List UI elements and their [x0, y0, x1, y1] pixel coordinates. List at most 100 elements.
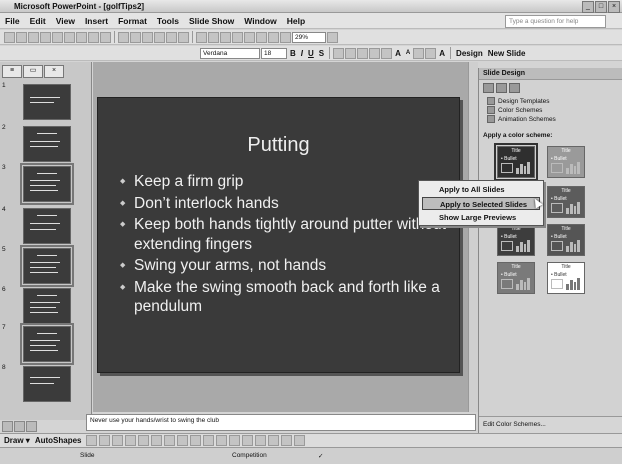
apply-to-all-slides-item[interactable]: Apply to All Slides [422, 183, 540, 196]
print-icon[interactable] [64, 31, 75, 43]
help-icon[interactable] [327, 31, 338, 43]
chart-icon[interactable] [196, 31, 207, 43]
slide-thumbnail-4[interactable]: 4 [2, 206, 88, 244]
decrease-font-button[interactable]: A [404, 50, 412, 56]
help-search-input[interactable]: Type a question for help [505, 15, 606, 28]
slide-thumbnail-2[interactable]: 2 [2, 124, 88, 162]
slide-title[interactable]: Putting [98, 134, 459, 157]
menu-edit[interactable]: Edit [25, 16, 51, 26]
expand-all-icon[interactable] [244, 31, 255, 43]
font-select[interactable]: Verdana [200, 47, 260, 59]
menu-file[interactable]: File [0, 16, 25, 26]
open-icon[interactable] [16, 31, 27, 43]
notes-pane[interactable]: Never use your hands/wrist to swing the … [86, 414, 476, 431]
slide-thumbnail-8[interactable]: 8 [2, 364, 88, 402]
increase-font-button[interactable]: A [393, 49, 403, 58]
line-color-icon[interactable] [216, 435, 228, 446]
cut-icon[interactable] [118, 31, 129, 43]
arrow-style-icon[interactable] [268, 435, 280, 446]
wordart-icon[interactable] [151, 435, 163, 446]
new-icon[interactable] [4, 31, 15, 43]
align-left-icon[interactable] [333, 47, 345, 59]
back-icon[interactable] [483, 83, 494, 93]
paste-icon[interactable] [142, 31, 153, 43]
fill-color-icon[interactable] [203, 435, 215, 446]
vertical-scrollbar[interactable] [468, 62, 478, 412]
slide-sorter-icon[interactable] [14, 421, 25, 432]
copy-icon[interactable] [130, 31, 141, 43]
home-icon[interactable] [509, 83, 520, 93]
close-button[interactable]: × [608, 1, 620, 13]
outline-tab[interactable]: ≡ [2, 65, 22, 78]
align-right-icon[interactable] [357, 47, 369, 59]
normal-view-icon[interactable] [2, 421, 13, 432]
slide-show-icon[interactable] [26, 421, 37, 432]
bold-button[interactable]: B [288, 49, 298, 58]
clip-art-icon[interactable] [177, 435, 189, 446]
new-slide-button[interactable]: New Slide [486, 49, 528, 58]
zoom-select[interactable]: 29% [292, 31, 326, 43]
draw-menu[interactable]: Draw ▾ [4, 436, 30, 445]
rectangle-icon[interactable] [112, 435, 124, 446]
menu-tools[interactable]: Tools [152, 16, 184, 26]
color-scheme-option[interactable]: Title • Bullet [547, 224, 585, 256]
slide-thumbnail-5[interactable]: 5 [2, 245, 88, 287]
print-preview-icon[interactable] [76, 31, 87, 43]
close-panel-icon[interactable]: × [44, 65, 64, 78]
italic-button[interactable]: I [299, 49, 305, 58]
diagram-icon[interactable] [164, 435, 176, 446]
line-style-icon[interactable] [242, 435, 254, 446]
line-icon[interactable] [86, 435, 98, 446]
color-scheme-option[interactable]: Title • Bullet [547, 262, 585, 294]
menu-window[interactable]: Window [239, 16, 282, 26]
font-color-icon[interactable] [229, 435, 241, 446]
minimize-button[interactable]: _ [582, 1, 594, 13]
color-scheme-option[interactable]: Title • Bullet [494, 143, 538, 181]
menu-insert[interactable]: Insert [80, 16, 113, 26]
text-box-icon[interactable] [138, 435, 150, 446]
undo-icon[interactable] [166, 31, 177, 43]
font-color-button[interactable]: A [437, 49, 447, 58]
dash-style-icon[interactable] [255, 435, 267, 446]
apply-to-selected-slides-item[interactable]: Apply to Selected Slides [422, 197, 540, 210]
font-size-select[interactable]: 18 [261, 47, 287, 59]
color-scheme-option[interactable]: Title • Bullet [497, 224, 535, 256]
design-templates-link[interactable]: Design Templates [487, 97, 550, 105]
slide-thumbnail-1[interactable]: 1 [2, 82, 88, 120]
3d-style-icon[interactable] [294, 435, 306, 446]
show-large-previews-item[interactable]: Show Large Previews [422, 211, 540, 224]
menu-view[interactable]: View [51, 16, 80, 26]
hyperlink-icon[interactable] [232, 31, 243, 43]
color-scheme-option[interactable]: Title • Bullet [497, 262, 535, 294]
format-painter-icon[interactable] [154, 31, 165, 43]
slide-bullet-list[interactable]: Keep a firm grip Don’t interlock hands K… [120, 172, 450, 319]
edit-color-schemes-link[interactable]: Edit Color Schemes... [479, 416, 622, 434]
current-slide[interactable]: Putting Keep a firm grip Don’t interlock… [97, 97, 460, 373]
design-button[interactable]: Design [454, 49, 485, 58]
align-center-icon[interactable] [345, 47, 357, 59]
menu-slide-show[interactable]: Slide Show [184, 16, 239, 26]
increase-indent-icon[interactable] [425, 47, 437, 59]
color-scheme-option[interactable]: Title • Bullet [547, 146, 585, 178]
show-formatting-icon[interactable] [256, 31, 267, 43]
arrow-icon[interactable] [99, 435, 111, 446]
grid-icon[interactable] [268, 31, 279, 43]
research-icon[interactable] [100, 31, 111, 43]
shadow-button[interactable]: S [317, 49, 326, 58]
color-grayscale-icon[interactable] [280, 31, 291, 43]
color-schemes-link[interactable]: Color Schemes [487, 106, 542, 114]
slide-thumbnail-3[interactable]: 3 [2, 163, 88, 205]
oval-icon[interactable] [125, 435, 137, 446]
slide-thumbnail-6[interactable]: 6 [2, 286, 88, 324]
underline-button[interactable]: U [306, 49, 316, 58]
color-scheme-option[interactable]: Title • Bullet [547, 186, 585, 218]
slide-thumbnail-7[interactable]: 7 [2, 323, 88, 365]
table-icon[interactable] [208, 31, 219, 43]
spelling-icon[interactable] [88, 31, 99, 43]
animation-schemes-link[interactable]: Animation Schemes [487, 115, 556, 123]
email-icon[interactable] [52, 31, 63, 43]
menu-format[interactable]: Format [113, 16, 152, 26]
autoshapes-button[interactable]: AutoShapes [35, 436, 82, 445]
forward-icon[interactable] [496, 83, 507, 93]
tables-borders-icon[interactable] [220, 31, 231, 43]
